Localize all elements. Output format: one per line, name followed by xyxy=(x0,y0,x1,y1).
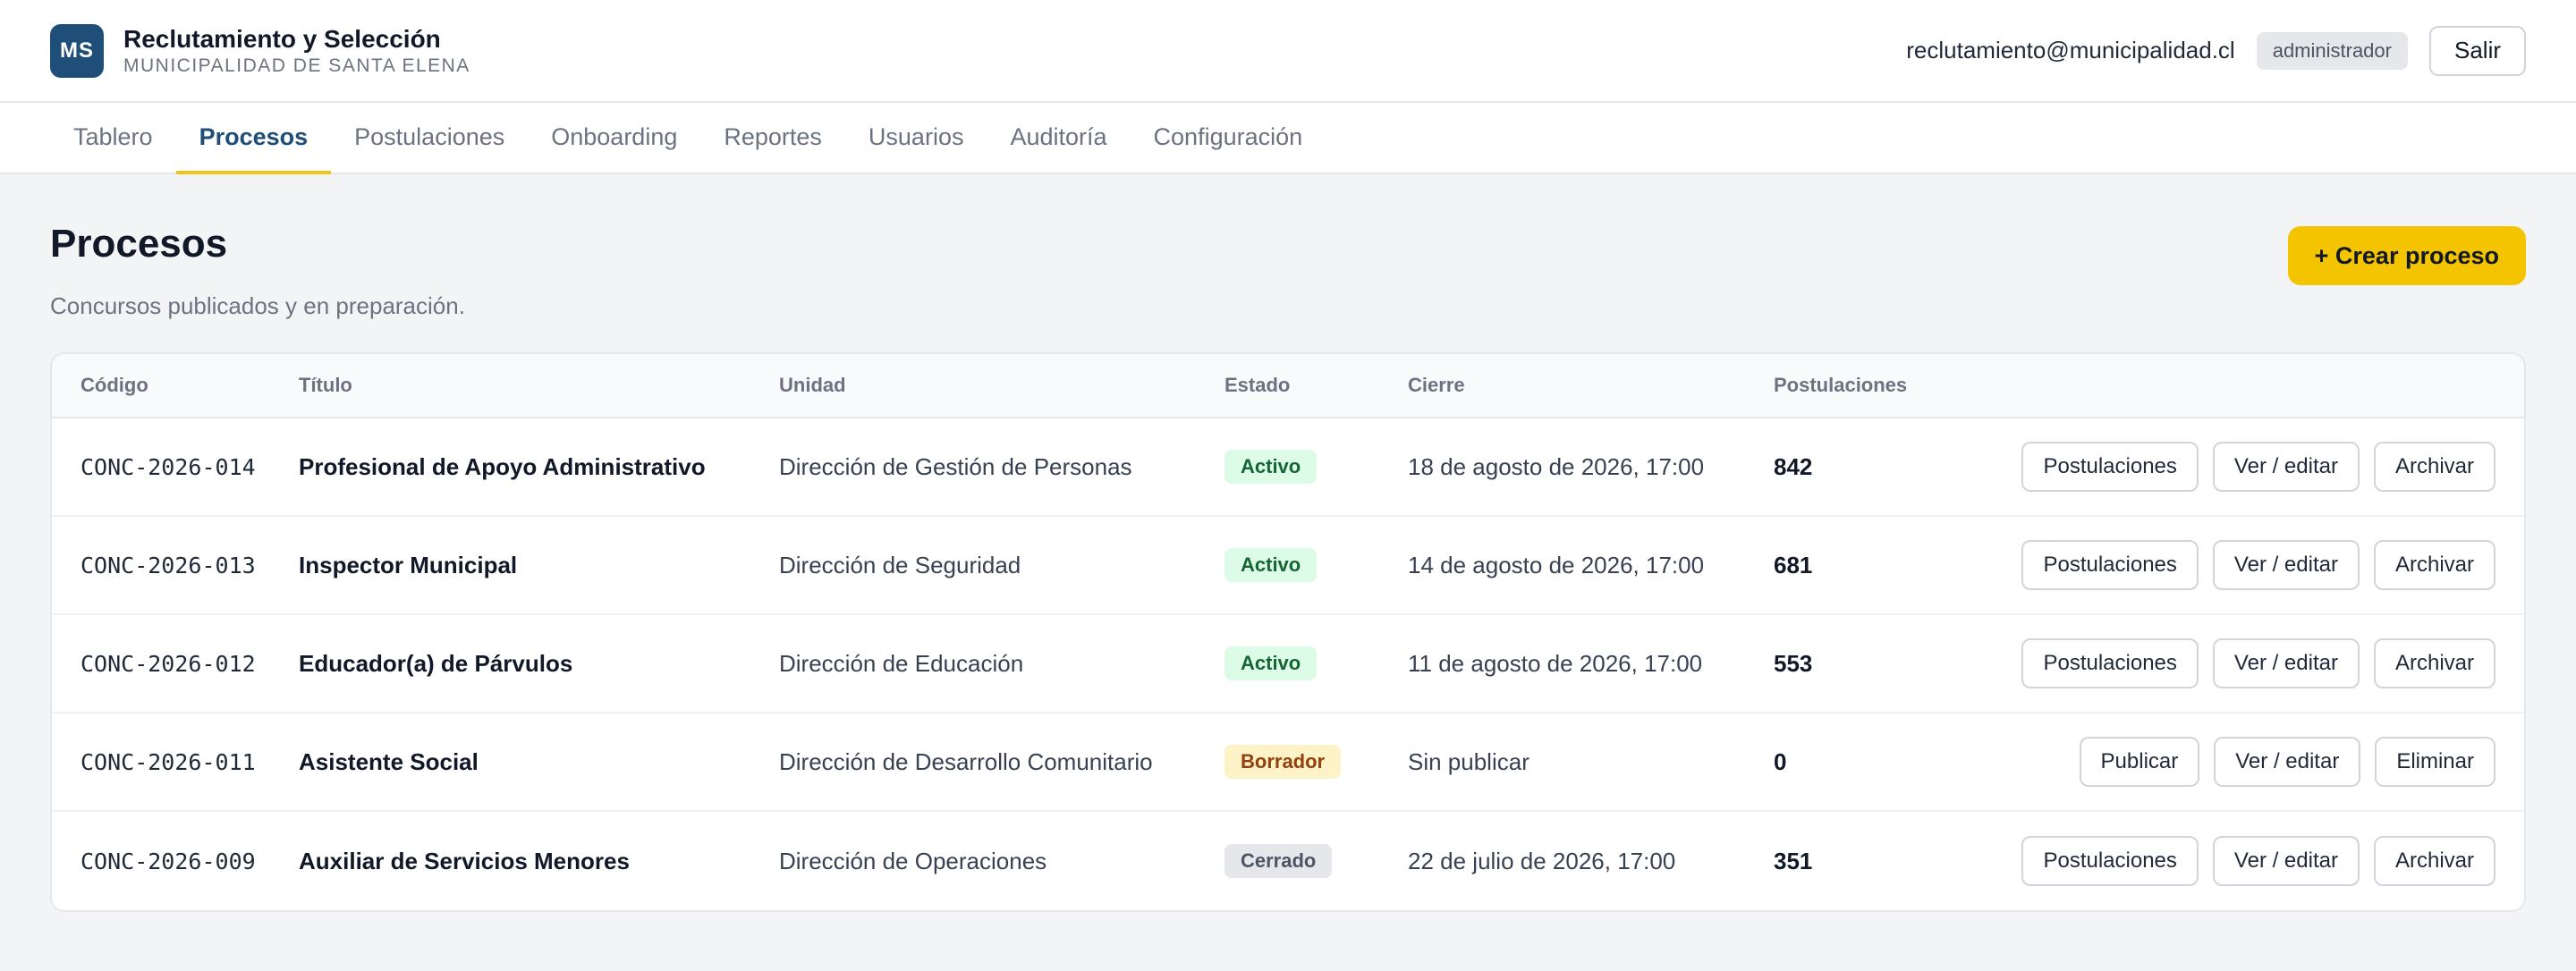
close-date: 11 de agosto de 2026, 17:00 xyxy=(1408,649,1703,677)
column-header-close: Cierre xyxy=(1408,374,1465,396)
process-code: CONC-2026-012 xyxy=(80,650,256,677)
tab-configuracion[interactable]: Configuración xyxy=(1131,103,1326,174)
process-title: Profesional de Apoyo Administrativo xyxy=(299,452,706,480)
process-code: CONC-2026-013 xyxy=(80,552,256,578)
user-email: reclutamiento@municipalidad.cl xyxy=(1906,37,2235,63)
app-header: MS Reclutamiento y Selección MUNICIPALID… xyxy=(0,0,2576,103)
user-area: reclutamiento@municipalidad.cl administr… xyxy=(1906,25,2526,76)
column-header-title: Título xyxy=(299,374,352,396)
archive-button[interactable]: Archivar xyxy=(2373,540,2496,590)
process-code: CONC-2026-014 xyxy=(80,453,256,480)
tab-reportes[interactable]: Reportes xyxy=(700,103,845,174)
close-date: 22 de julio de 2026, 17:00 xyxy=(1408,847,1676,874)
process-unit: Dirección de Seguridad xyxy=(779,551,1021,578)
tab-postulaciones[interactable]: Postulaciones xyxy=(331,103,528,174)
applications-count: 351 xyxy=(1774,847,1813,874)
create-process-button[interactable]: + Crear proceso xyxy=(2287,226,2526,285)
tab-procesos[interactable]: Procesos xyxy=(175,103,332,174)
column-header-unit: Unidad xyxy=(779,374,846,396)
process-unit: Dirección de Educación xyxy=(779,649,1024,677)
close-date: 18 de agosto de 2026, 17:00 xyxy=(1408,452,1705,480)
process-title: Asistente Social xyxy=(299,747,479,775)
main-nav: Tablero Procesos Postulaciones Onboardin… xyxy=(0,103,2576,174)
table-row: CONC-2026-014 Profesional de Apoyo Admin… xyxy=(52,418,2524,517)
logo: MS xyxy=(50,23,104,78)
column-header-applications: Postulaciones xyxy=(1774,374,1908,396)
delete-button[interactable]: Eliminar xyxy=(2375,737,2496,787)
app-title: Reclutamiento y Selección xyxy=(123,24,441,53)
applications-count: 681 xyxy=(1774,551,1813,578)
view-edit-button[interactable]: Ver / editar xyxy=(2214,737,2361,787)
table-row: CONC-2026-013 Inspector Municipal Direcc… xyxy=(52,517,2524,615)
row-actions: Postulaciones Ver / editar Archivar xyxy=(1953,638,2524,688)
table-header: Código Título Unidad Estado Cierre Postu… xyxy=(52,354,2524,418)
column-header-state: Estado xyxy=(1224,374,1291,396)
view-edit-button[interactable]: Ver / editar xyxy=(2212,442,2360,492)
applications-button[interactable]: Postulaciones xyxy=(2021,540,2199,590)
process-unit: Dirección de Desarrollo Comunitario xyxy=(779,747,1153,775)
close-date: Sin publicar xyxy=(1408,747,1530,775)
close-date: 14 de agosto de 2026, 17:00 xyxy=(1408,551,1705,578)
row-actions: Postulaciones Ver / editar Archivar xyxy=(1953,836,2524,886)
applications-button[interactable]: Postulaciones xyxy=(2021,442,2199,492)
tab-onboarding[interactable]: Onboarding xyxy=(528,103,700,174)
archive-button[interactable]: Archivar xyxy=(2373,442,2496,492)
row-actions: Publicar Ver / editar Eliminar xyxy=(1953,737,2524,787)
process-title: Educador(a) de Párvulos xyxy=(299,649,573,677)
status-badge: Activo xyxy=(1224,646,1318,680)
archive-button[interactable]: Archivar xyxy=(2373,836,2496,886)
status-badge: Activo xyxy=(1224,548,1318,582)
applications-count: 842 xyxy=(1774,452,1813,480)
role-badge: administrador xyxy=(2256,31,2408,70)
brand: MS Reclutamiento y Selección MUNICIPALID… xyxy=(50,23,470,78)
row-actions: Postulaciones Ver / editar Archivar xyxy=(1953,442,2524,492)
applications-button[interactable]: Postulaciones xyxy=(2021,638,2199,688)
table-row: CONC-2026-009 Auxiliar de Servicios Meno… xyxy=(52,812,2524,910)
column-header-code: Código xyxy=(80,374,148,396)
process-title: Auxiliar de Servicios Menores xyxy=(299,847,630,874)
publish-button[interactable]: Publicar xyxy=(2079,737,2200,787)
applications-count: 0 xyxy=(1774,747,1787,775)
row-actions: Postulaciones Ver / editar Archivar xyxy=(1953,540,2524,590)
table-row: CONC-2026-012 Educador(a) de Párvulos Di… xyxy=(52,615,2524,713)
title-block: Procesos Concursos publicados y en prepa… xyxy=(50,221,465,320)
tab-auditoria[interactable]: Auditoría xyxy=(987,103,1130,174)
view-edit-button[interactable]: Ver / editar xyxy=(2212,638,2360,688)
table-row: CONC-2026-011 Asistente Social Dirección… xyxy=(52,713,2524,812)
status-badge: Activo xyxy=(1224,450,1318,484)
process-code: CONC-2026-011 xyxy=(80,748,256,775)
view-edit-button[interactable]: Ver / editar xyxy=(2212,836,2360,886)
process-unit: Dirección de Operaciones xyxy=(779,847,1047,874)
process-unit: Dirección de Gestión de Personas xyxy=(779,452,1132,480)
tab-usuarios[interactable]: Usuarios xyxy=(845,103,987,174)
tab-tablero[interactable]: Tablero xyxy=(50,103,176,174)
applications-button[interactable]: Postulaciones xyxy=(2021,836,2199,886)
status-badge: Borrador xyxy=(1224,745,1342,779)
logout-button[interactable]: Salir xyxy=(2428,25,2526,76)
applications-count: 553 xyxy=(1774,649,1813,677)
page-subtitle: Concursos publicados y en preparación. xyxy=(50,292,465,319)
main-content: Procesos Concursos publicados y en prepa… xyxy=(0,174,2576,912)
status-badge: Cerrado xyxy=(1224,844,1333,878)
view-edit-button[interactable]: Ver / editar xyxy=(2212,540,2360,590)
process-code: CONC-2026-009 xyxy=(80,848,256,874)
page-title: Procesos xyxy=(50,222,228,266)
processes-table: Código Título Unidad Estado Cierre Postu… xyxy=(50,352,2526,912)
brand-text: Reclutamiento y Selección MUNICIPALIDAD … xyxy=(123,25,470,77)
archive-button[interactable]: Archivar xyxy=(2373,638,2496,688)
process-title: Inspector Municipal xyxy=(299,551,518,578)
title-row: Procesos Concursos publicados y en prepa… xyxy=(50,221,2526,320)
organization-name: MUNICIPALIDAD DE SANTA ELENA xyxy=(123,55,470,76)
